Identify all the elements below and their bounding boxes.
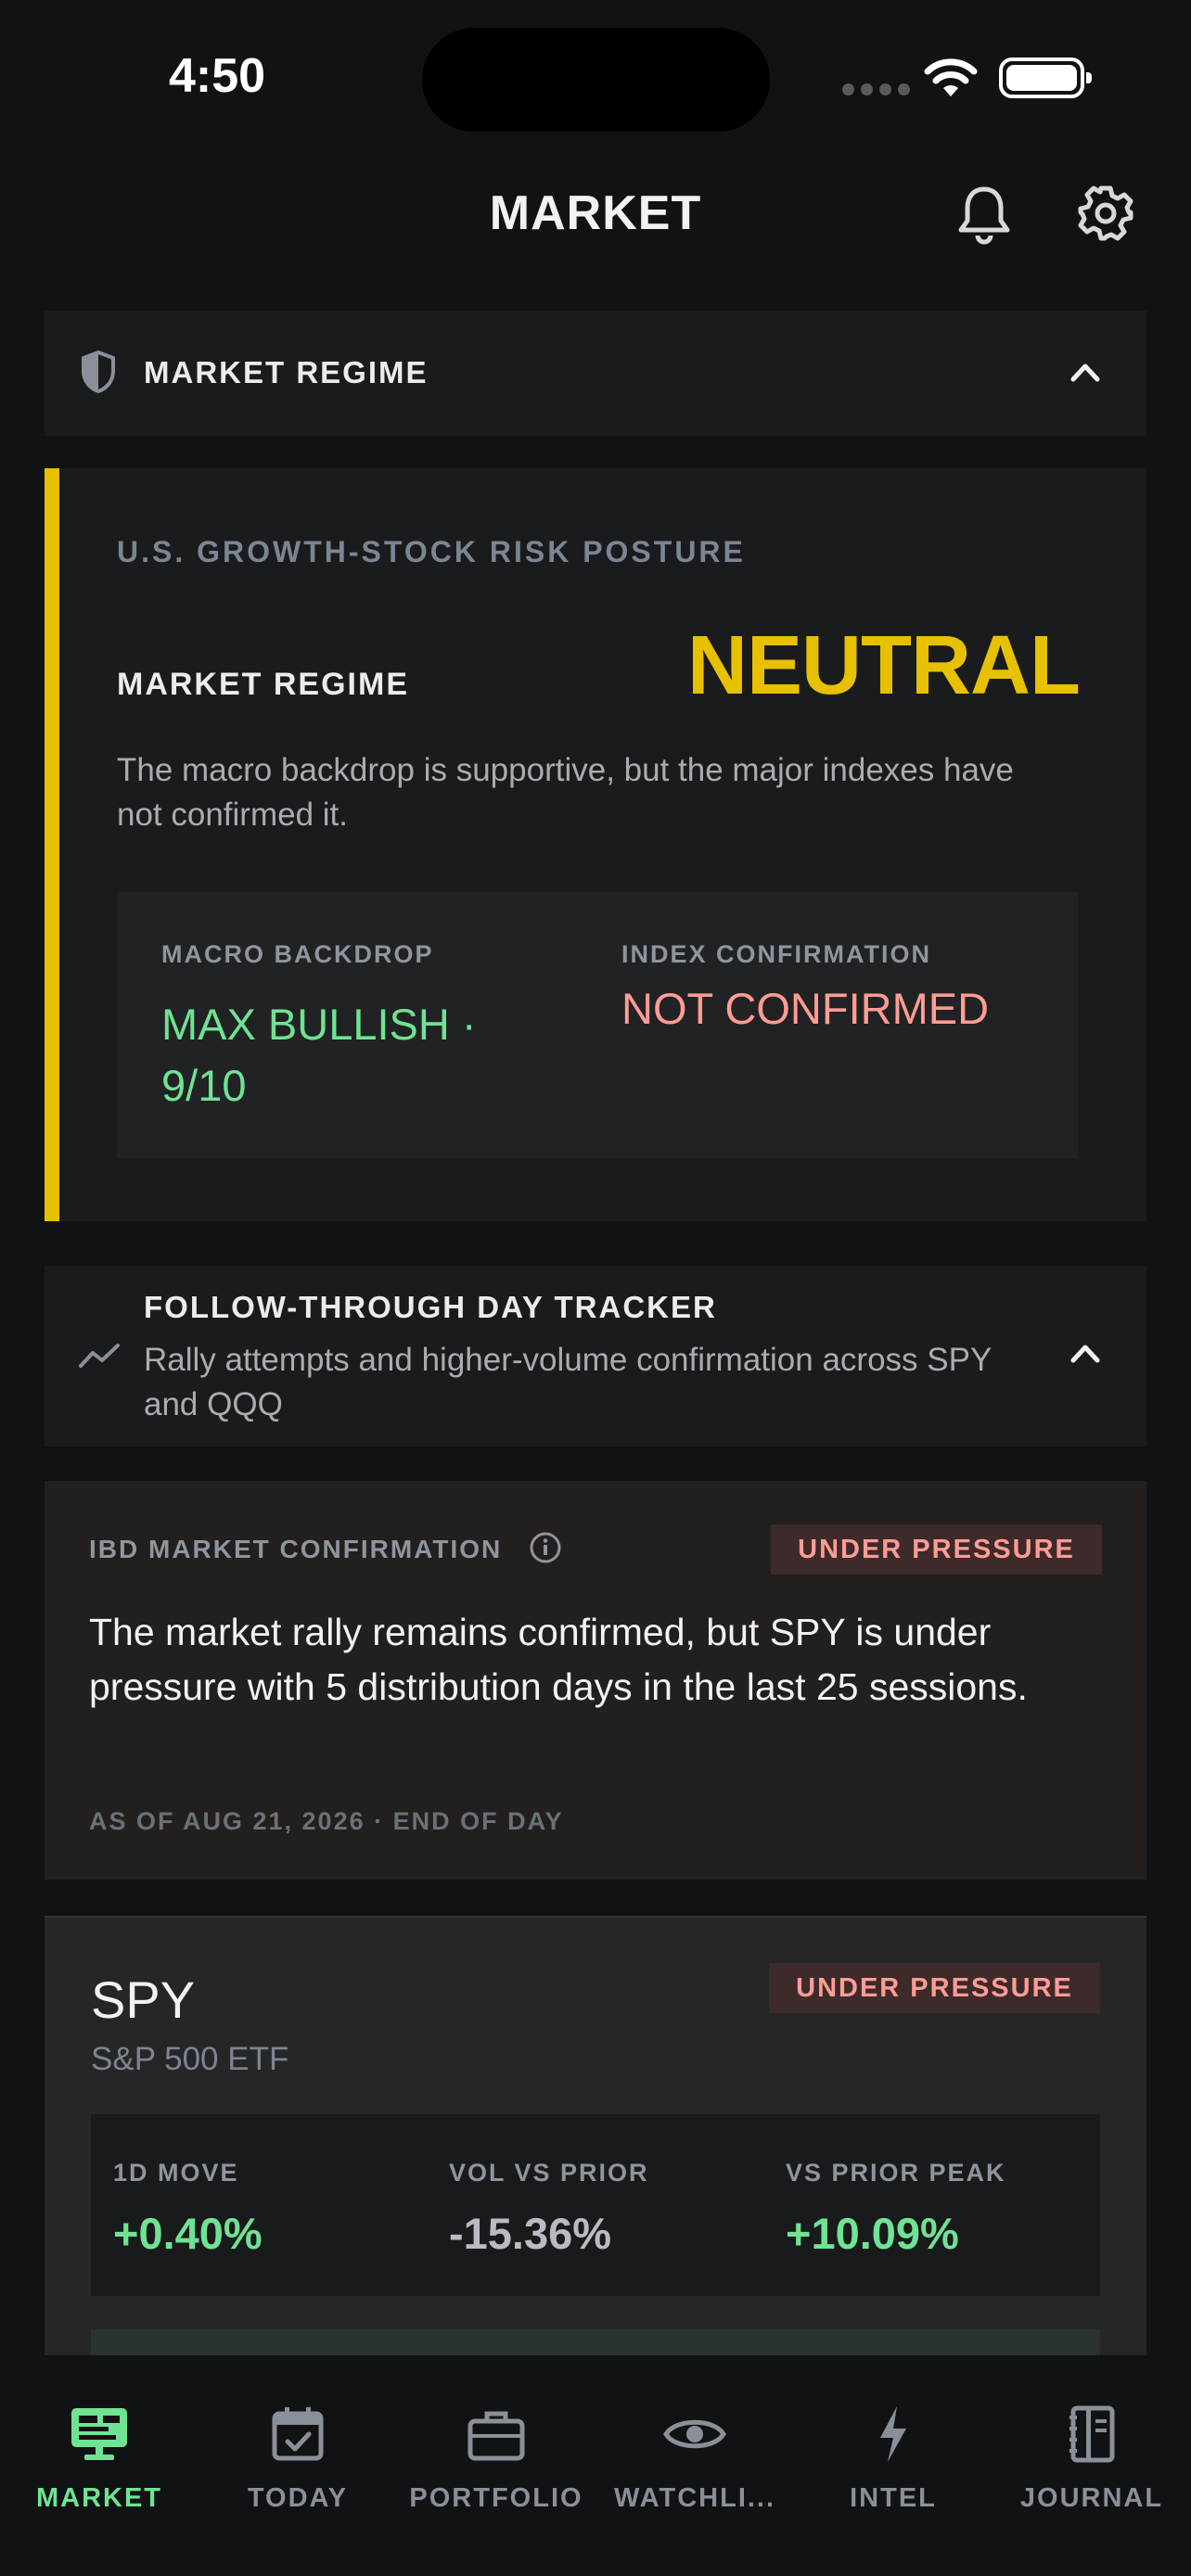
bell-icon[interactable] <box>955 184 1013 245</box>
metric-label: VOL VS PRIOR <box>449 2159 649 2187</box>
ibd-title: IBD MARKET CONFIRMATION <box>89 1535 503 1563</box>
metrics-row: 1D MOVE +0.40% VOL VS PRIOR -15.36% VS P… <box>91 2114 1100 2296</box>
metric-value: +0.40% <box>113 2209 263 2258</box>
tab-bar: MARKET TODAY PORTFOLIO WATCHLI... INTEL … <box>0 2355 1191 2576</box>
wifi-icon <box>924 58 978 96</box>
tab-label: PORTFOLIO <box>409 2483 583 2513</box>
tab-portfolio[interactable]: PORTFOLIO <box>397 2402 596 2514</box>
metric-label: VS PRIOR PEAK <box>786 2159 1006 2187</box>
tab-journal[interactable]: JOURNAL <box>992 2402 1191 2514</box>
tab-label: INTEL <box>850 2483 937 2513</box>
chevron-up-icon[interactable] <box>1069 1340 1102 1366</box>
eye-icon <box>663 2419 726 2449</box>
regime-detail-box: MACRO BACKDROP MAX BULLISH · 9/10 INDEX … <box>117 892 1078 1158</box>
ticker-name: S&P 500 ETF <box>91 2041 289 2077</box>
tab-market[interactable]: MARKET <box>0 2402 198 2514</box>
regime-eyebrow: U.S. GROWTH-STOCK RISK POSTURE <box>117 535 746 568</box>
regime-value: NEUTRAL <box>687 619 1081 712</box>
metric-label: 1D MOVE <box>113 2159 239 2187</box>
cellular-signal-icon <box>842 83 910 96</box>
market-regime-card: U.S. GROWTH-STOCK RISK POSTURE MARKET RE… <box>45 468 1146 1221</box>
ftd-tracker-toggle[interactable]: FOLLOW-THROUGH DAY TRACKER Rally attempt… <box>45 1266 1146 1447</box>
index-confirmation-value: NOT CONFIRMED <box>621 984 990 1033</box>
metric-value: -15.36% <box>449 2209 612 2258</box>
tab-today[interactable]: TODAY <box>198 2402 397 2514</box>
tab-intel[interactable]: INTEL <box>794 2402 992 2514</box>
calendar-icon <box>272 2407 324 2461</box>
ftd-title: FOLLOW-THROUGH DAY TRACKER <box>144 1290 717 1324</box>
briefcase-icon <box>467 2411 525 2461</box>
monitor-icon <box>71 2408 127 2460</box>
ftd-subtitle: Rally attempts and higher-volume confirm… <box>144 1342 992 1422</box>
dynamic-island <box>422 28 770 132</box>
regime-label: MARKET REGIME <box>117 667 409 702</box>
chevron-up-icon[interactable] <box>1069 359 1102 385</box>
status-time: 4:50 <box>169 49 266 103</box>
metric-vs-prior-peak: VS PRIOR PEAK +10.09% <box>786 2159 1006 2259</box>
tab-watchlist[interactable]: WATCHLI... <box>596 2402 794 2514</box>
notebook-icon <box>1069 2405 1115 2463</box>
spy-card[interactable]: SPY S&P 500 ETF UNDER PRESSURE 1D MOVE +… <box>45 1916 1146 2361</box>
shield-icon <box>82 350 115 394</box>
tab-label: TODAY <box>247 2483 349 2513</box>
trend-line-icon <box>79 1344 120 1368</box>
status-badge: UNDER PRESSURE <box>771 1524 1102 1575</box>
regime-accent-bar <box>45 468 59 1221</box>
lightning-icon <box>880 2406 906 2462</box>
ticker-symbol: SPY <box>91 1970 196 2029</box>
macro-backdrop-value: MAX BULLISH · 9/10 <box>161 1000 477 1110</box>
tab-label: WATCHLI... <box>613 2483 776 2513</box>
metric-vol-vs-prior: VOL VS PRIOR -15.36% <box>449 2159 649 2259</box>
ibd-summary: The market rally remains confirmed, but … <box>89 1611 1028 1708</box>
info-icon[interactable] <box>529 1531 562 1564</box>
ibd-as-of: AS OF AUG 21, 2026 · END OF DAY <box>89 1807 564 1835</box>
tab-label: JOURNAL <box>1019 2483 1164 2513</box>
metric-1d-move: 1D MOVE +0.40% <box>113 2159 263 2259</box>
macro-backdrop-label: MACRO BACKDROP <box>161 940 434 968</box>
status-badge: UNDER PRESSURE <box>769 1963 1100 2013</box>
ibd-confirmation-card: IBD MARKET CONFIRMATION UNDER PRESSURE T… <box>45 1481 1146 1880</box>
index-confirmation-label: INDEX CONFIRMATION <box>621 940 931 968</box>
tab-label: MARKET <box>35 2483 163 2513</box>
section-label: MARKET REGIME <box>144 355 429 389</box>
gear-icon[interactable] <box>1076 184 1135 243</box>
battery-icon <box>999 57 1092 98</box>
metric-value: +10.09% <box>786 2209 959 2258</box>
regime-description: The macro backdrop is supportive, but th… <box>117 752 1014 833</box>
status-bar: 4:50 <box>0 0 1191 139</box>
market-regime-toggle[interactable]: MARKET REGIME <box>45 311 1146 436</box>
